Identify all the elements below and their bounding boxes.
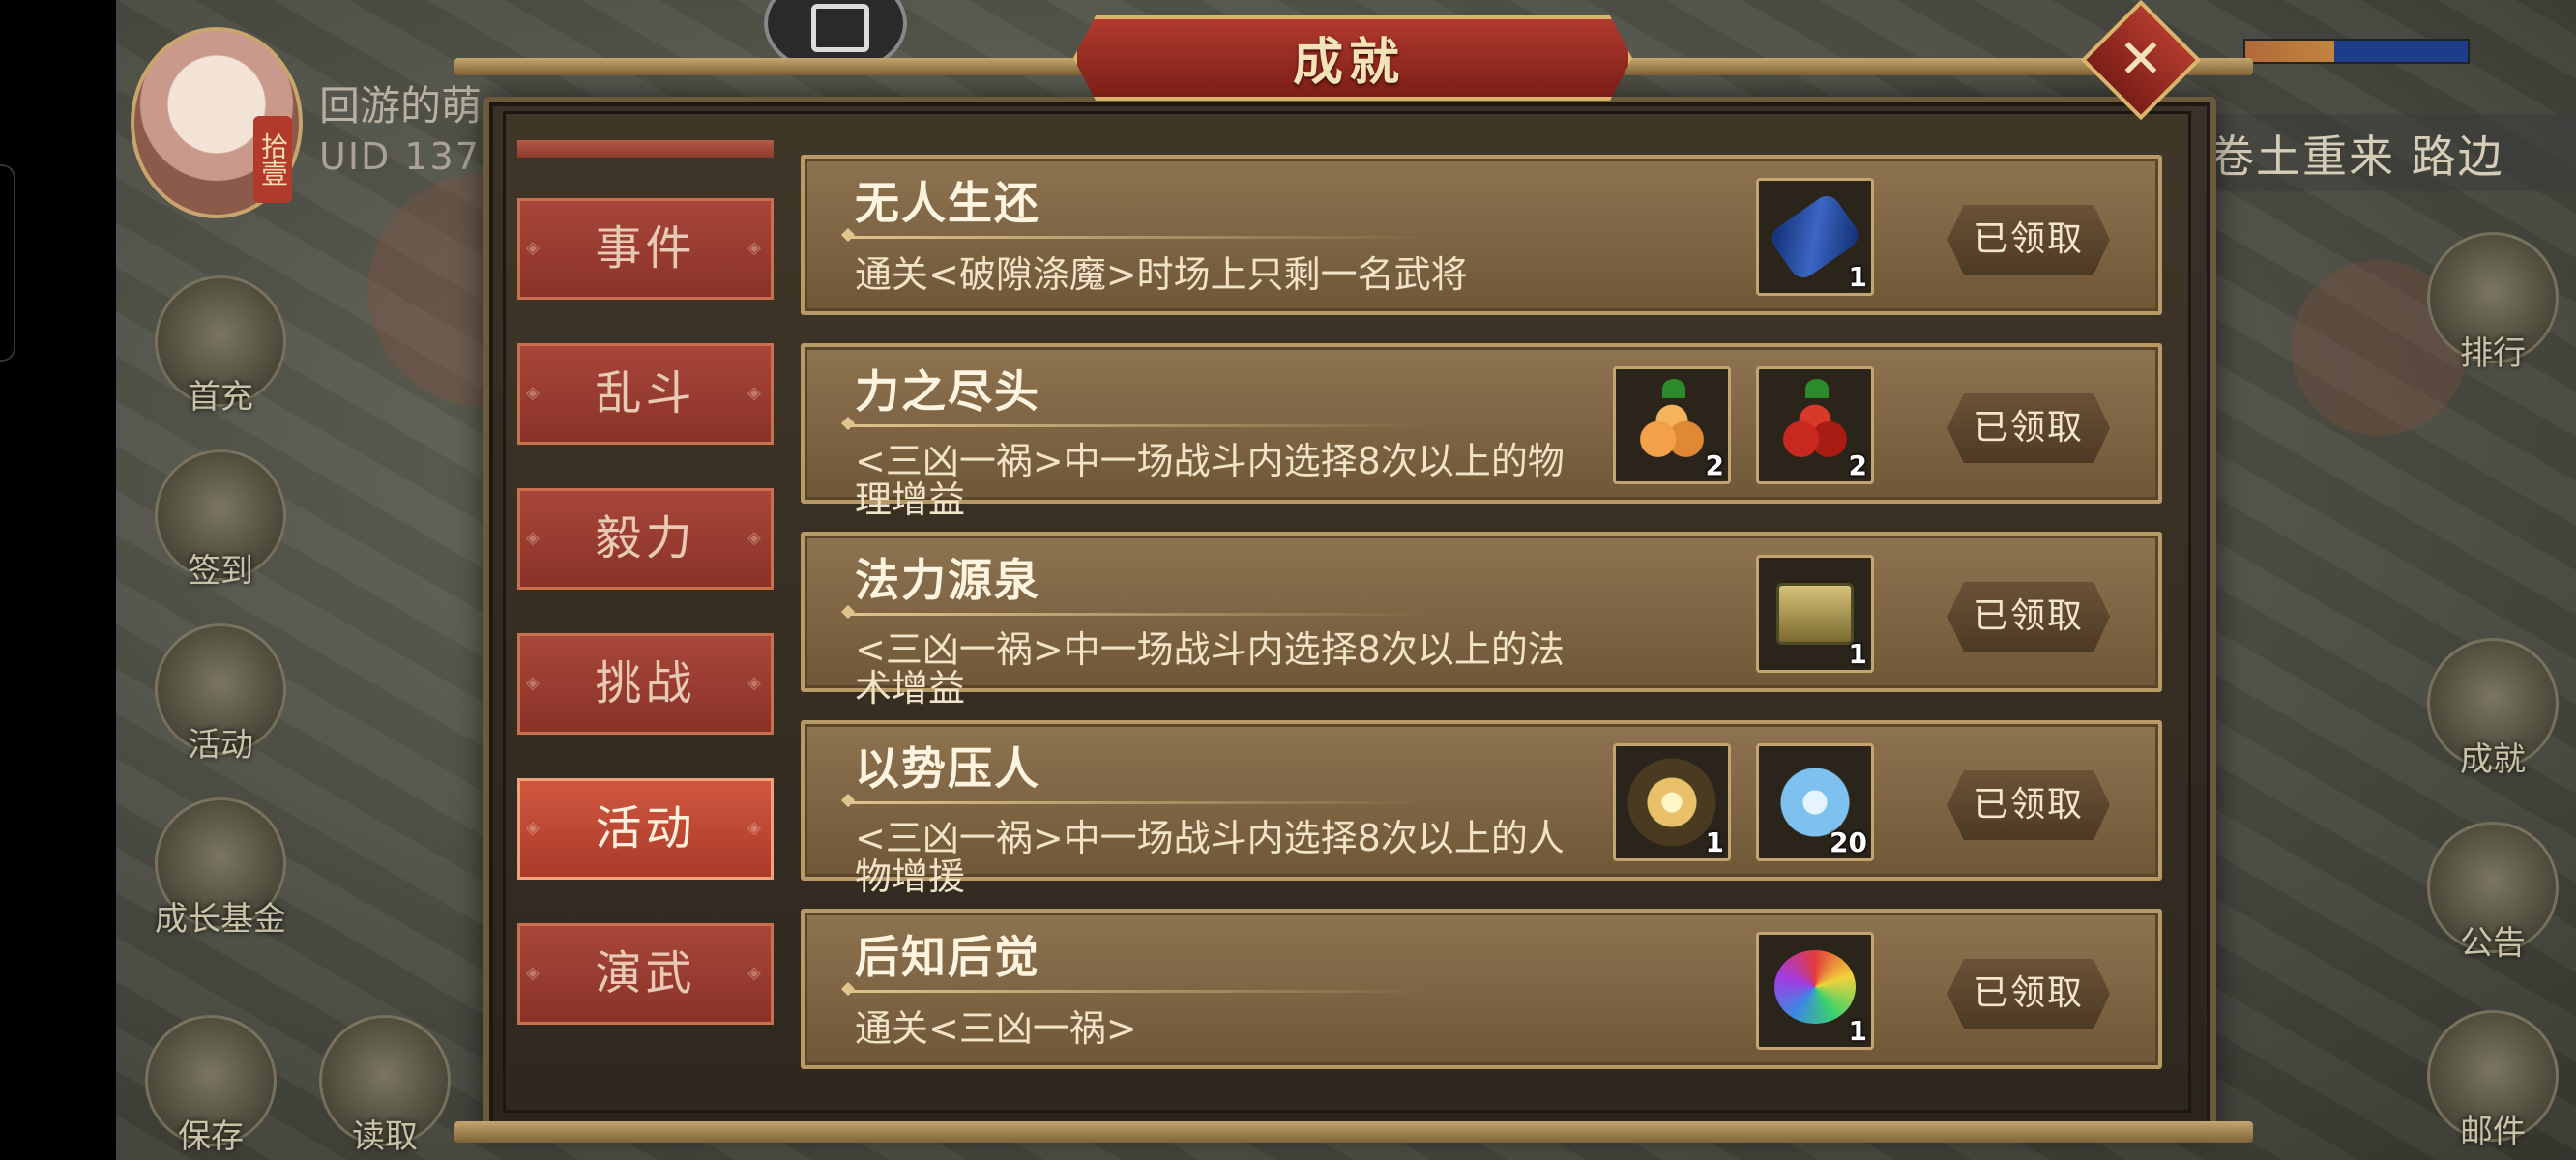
growth-fund-button[interactable]: 成长基金 — [155, 798, 286, 939]
ice-crystal-icon[interactable]: 20 — [1756, 743, 1874, 861]
load-button[interactable]: 读取 — [319, 1015, 451, 1156]
divider-ornament — [840, 416, 856, 431]
achievement-row: 无人生还 通关<破隙涤魔>时场上只剩一名武将 1 已领取 — [801, 155, 2162, 315]
claimed-button[interactable]: 已领取 — [1947, 770, 2110, 840]
achievement-row: 以势压人 <三凶一祸>中一场战斗内选择8次以上的人物增援 1 20 已领取 — [801, 720, 2162, 896]
claimed-button[interactable]: 已领取 — [1947, 393, 2110, 463]
ranking-label: 排行 — [2460, 334, 2526, 373]
divider — [849, 801, 1429, 804]
player-badge: 拾壹 — [253, 116, 292, 203]
claimed-button[interactable]: 已领取 — [1947, 959, 2110, 1029]
tab-list-top — [517, 140, 774, 158]
close-icon[interactable]: ✕ — [2098, 17, 2183, 102]
tab-challenge[interactable]: 挑战 — [517, 633, 774, 735]
mail-label: 邮件 — [2460, 1113, 2526, 1151]
reward-quantity: 1 — [1848, 261, 1867, 293]
divider-ornament — [840, 981, 856, 997]
achievement-description: <三凶一祸>中一场战斗内选择8次以上的人物增援 — [855, 817, 1565, 898]
achievement-title: 无人生还 — [855, 177, 1040, 229]
divider-ornament — [840, 227, 856, 243]
phone-bezel — [0, 0, 116, 1160]
achievement-description: 通关<三凶一祸> — [855, 1007, 1137, 1050]
orange-fruit-icon[interactable]: 2 — [1613, 366, 1731, 484]
tab-event[interactable]: 事件 — [517, 198, 774, 300]
achievement-title: 以势压人 — [855, 742, 1040, 795]
reward-quantity: 2 — [1705, 450, 1724, 481]
divider — [849, 236, 1429, 239]
event-label: 活动 — [188, 726, 253, 765]
achievement-description: 通关<破隙涤魔>时场上只剩一名武将 — [855, 253, 1468, 296]
achievement-title: 法力源泉 — [855, 554, 1040, 606]
divider-ornament — [840, 604, 856, 620]
save-label: 保存 — [178, 1117, 244, 1156]
sign-in-label: 签到 — [188, 552, 253, 591]
first-charge-button[interactable]: 首充 — [155, 276, 286, 417]
ranking-button[interactable]: 排行 — [2427, 232, 2559, 373]
claimed-button[interactable]: 已领取 — [1947, 582, 2110, 652]
player-uid: UID 1372 — [319, 135, 507, 178]
achievement-row: 力之尽头 <三凶一祸>中一场战斗内选择8次以上的物理增益 2 2 已领取 — [801, 343, 2162, 519]
sign-in-button[interactable]: 签到 — [155, 450, 286, 591]
reward-quantity: 1 — [1848, 1015, 1867, 1047]
notice-button[interactable]: 公告 — [2427, 822, 2559, 963]
achievement-row: 法力源泉 <三凶一祸>中一场战斗内选择8次以上的法术增益 1 已领取 — [801, 532, 2162, 708]
tab-activity[interactable]: 活动 — [517, 778, 774, 880]
claimed-button[interactable]: 已领取 — [1947, 205, 2110, 275]
reward-quantity: 20 — [1830, 826, 1867, 858]
achievement-description: <三凶一祸>中一场战斗内选择8次以上的法术增益 — [855, 628, 1565, 710]
ancient-book-icon[interactable]: 1 — [1756, 555, 1874, 673]
tab-martial-drill[interactable]: 演武 — [517, 923, 774, 1025]
divider-ornament — [840, 793, 856, 808]
load-label: 读取 — [352, 1117, 418, 1156]
save-button[interactable]: 保存 — [145, 1015, 277, 1156]
right-banner-text: 卷土重来 路边 — [2210, 130, 2504, 183]
achievement-button[interactable]: 成就 — [2427, 638, 2559, 779]
reward-quantity: 2 — [1848, 450, 1867, 481]
tab-brawl[interactable]: 乱斗 — [517, 343, 774, 445]
achievement-description: <三凶一祸>中一场战斗内选择8次以上的物理增益 — [855, 440, 1565, 521]
divider — [849, 424, 1429, 427]
golden-light-icon[interactable]: 1 — [1613, 743, 1731, 861]
mail-button[interactable]: 邮件 — [2427, 1010, 2559, 1151]
red-fruit-icon[interactable]: 2 — [1756, 366, 1874, 484]
reward-quantity: 1 — [1848, 638, 1867, 670]
reward-quantity: 1 — [1705, 826, 1724, 858]
blue-scroll-icon[interactable]: 1 — [1756, 178, 1874, 296]
divider — [849, 613, 1429, 616]
event-button[interactable]: 活动 — [155, 624, 286, 765]
achievement-row: 后知后觉 通关<三凶一祸> 1 已领取 — [801, 909, 2162, 1069]
panel-bottom-border — [454, 1121, 2253, 1143]
phone-notch — [0, 164, 15, 362]
achievement-title: 力之尽头 — [855, 365, 1040, 418]
growth-fund-label: 成长基金 — [155, 900, 286, 939]
divider — [849, 990, 1429, 993]
achievement-title: 后知后觉 — [855, 931, 1040, 983]
player-name: 回游的萌 — [319, 82, 483, 130]
first-charge-label: 首充 — [188, 378, 253, 417]
panel-title: 成就 — [1292, 34, 1405, 92]
resource-bar — [2243, 39, 2470, 64]
notice-label: 公告 — [2460, 924, 2526, 963]
right-banner: 卷土重来 路边 — [2205, 114, 2576, 191]
achievement-label: 成就 — [2460, 740, 2526, 779]
tab-perseverance[interactable]: 毅力 — [517, 488, 774, 590]
rainbow-orb-icon[interactable]: 1 — [1756, 932, 1874, 1050]
